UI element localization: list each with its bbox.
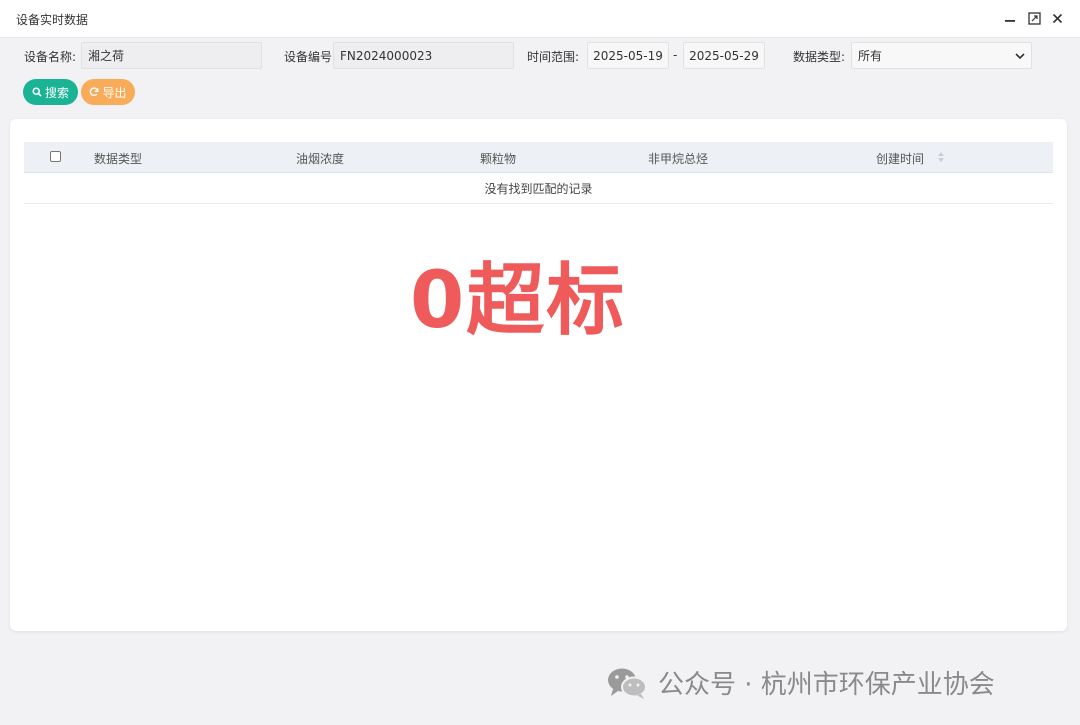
wechat-icon [608, 668, 647, 699]
minimize-icon[interactable] [1002, 10, 1018, 26]
device-code-field[interactable]: FN2024000023 [333, 42, 514, 69]
data-type-value: 所有 [858, 49, 883, 63]
data-type-label: 数据类型: [793, 50, 846, 64]
column-header-particulate[interactable]: 颗粒物 [480, 150, 516, 167]
device-code-label: 设备编号: [284, 50, 337, 64]
device-name-field[interactable]: 湘之荷 [81, 42, 262, 69]
table-header: 数据类型 油烟浓度 颗粒物 非甲烷总烃 创建时间 [24, 142, 1053, 173]
data-type-select[interactable]: 所有 [851, 42, 1032, 69]
column-header-created-time[interactable]: 创建时间 [876, 150, 924, 167]
column-header-fume-concentration[interactable]: 油烟浓度 [296, 150, 344, 167]
export-button-label: 导出 [102, 85, 127, 100]
maximize-icon[interactable] [1026, 10, 1042, 26]
date-separator: - [673, 48, 678, 62]
watermark: 公众号 · 杭州市环保产业协会 [606, 664, 995, 701]
time-range-label: 时间范围: [527, 50, 580, 64]
refresh-icon [90, 87, 99, 97]
watermark-text: 公众号 · 杭州市环保产业协会 [658, 670, 995, 700]
date-end-field[interactable]: 2025-05-29 [683, 42, 765, 69]
empty-table-message: 没有找到匹配的记录 [24, 173, 1053, 204]
search-icon [32, 87, 42, 97]
column-header-data-type[interactable]: 数据类型 [94, 150, 142, 167]
data-table-card: 数据类型 油烟浓度 颗粒物 非甲烷总烃 创建时间 没有找到匹配的记录 [10, 119, 1067, 631]
device-name-label: 设备名称: [24, 50, 77, 64]
window-content: 设备名称: 湘之荷 设备编号: FN2024000023 时间范围: 2025-… [0, 38, 1080, 725]
export-button[interactable]: 导出 [81, 79, 135, 105]
search-button[interactable]: 搜索 [23, 79, 78, 105]
select-all-checkbox[interactable] [50, 151, 61, 162]
search-button-label: 搜索 [44, 85, 69, 100]
exceedance-overlay-text: 0超标 [410, 256, 627, 346]
close-icon[interactable] [1049, 10, 1065, 26]
date-start-field[interactable]: 2025-05-19 [587, 42, 669, 69]
column-header-nmhc[interactable]: 非甲烷总烃 [648, 150, 708, 167]
sort-icon[interactable] [937, 150, 945, 164]
window-titlebar: 设备实时数据 [0, 0, 1080, 38]
chevron-down-icon [1015, 52, 1025, 59]
window-title: 设备实时数据 [16, 13, 89, 27]
